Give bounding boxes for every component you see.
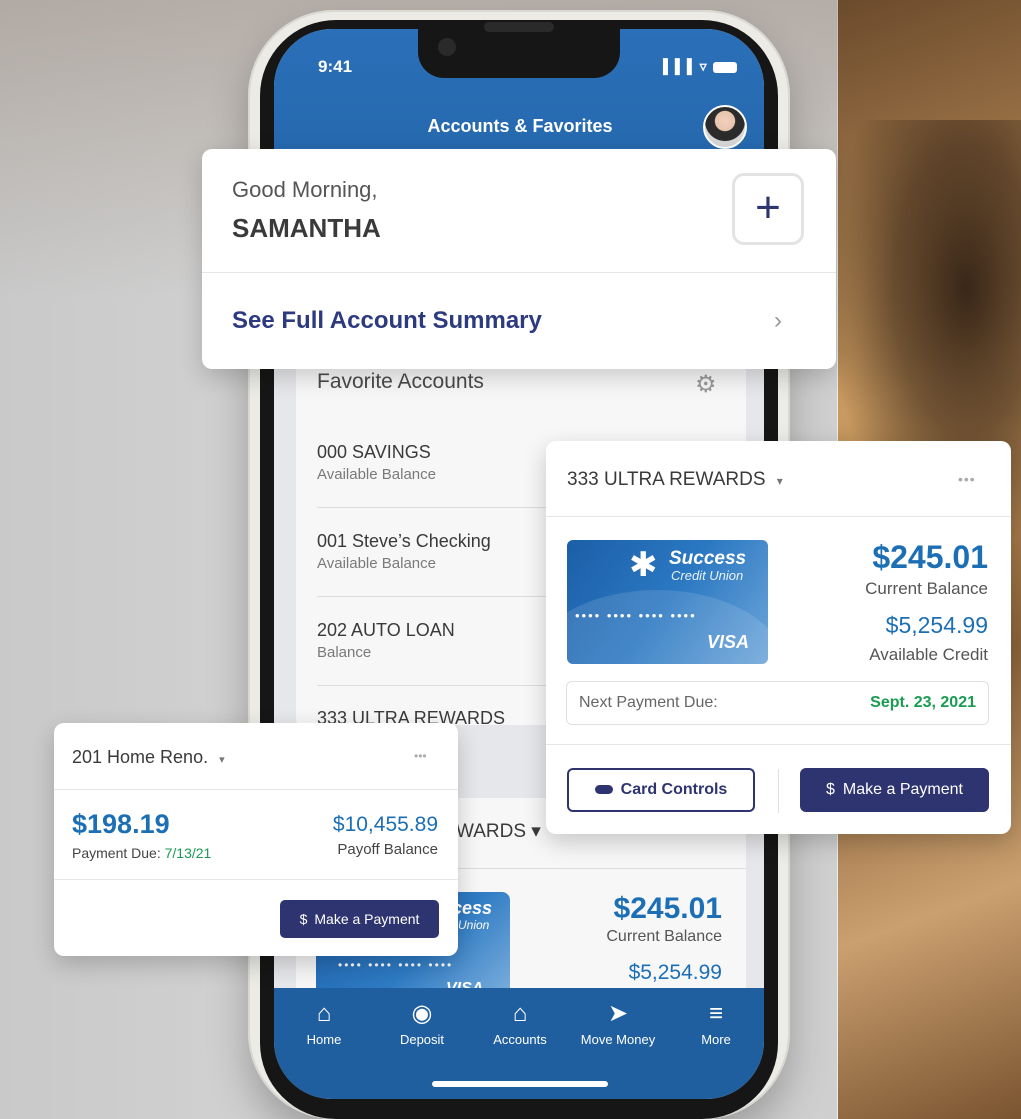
divider	[317, 507, 562, 508]
account-name: 333 ULTRA REWARDS	[567, 469, 766, 490]
card-cu: Union	[458, 918, 490, 932]
card-brand: cess	[452, 898, 493, 918]
battery-icon	[712, 61, 737, 73]
rewards-account-card: 333 ULTRA REWARDS ▾ ••• ✱ Success Credit…	[546, 441, 1011, 834]
user-name: SAMANTHA	[232, 213, 381, 243]
next-payment-date: Sept. 23, 2021	[870, 694, 976, 711]
tab-move-money[interactable]: ➤ Move Money	[578, 1000, 658, 1047]
background-current-balance-label: Current Balance	[606, 928, 722, 945]
divider	[546, 744, 1011, 745]
favorite-item-name: 202 AUTO LOAN	[317, 620, 455, 640]
divider	[546, 516, 1011, 517]
chevron-down-icon: ▾	[776, 474, 783, 488]
divider	[54, 789, 458, 790]
speaker	[484, 22, 554, 32]
account-name: 201 Home Reno.	[72, 747, 209, 767]
payment-due-label: Payment Due:	[72, 845, 165, 861]
divider	[317, 596, 562, 597]
menu-icon: ≡	[708, 1000, 723, 1027]
make-payment-button[interactable]: $ Make a Payment	[800, 768, 989, 812]
payment-due: Payment Due: 7/13/21	[72, 845, 211, 861]
payment-due-date: 7/13/21	[164, 845, 212, 861]
card-controls-label: Card Controls	[620, 781, 728, 798]
tab-label: Deposit	[399, 1032, 445, 1047]
tab-more[interactable]: ≡ More	[676, 1000, 756, 1047]
greeting-card: Good Morning, SAMANTHA + See Full Accoun…	[202, 149, 836, 369]
home-indicator	[432, 1081, 608, 1087]
tab-label: More	[701, 1032, 731, 1047]
camera-icon	[438, 38, 456, 56]
background-card-title: WARDS ▾	[456, 821, 541, 842]
payment-amount: $198.19	[72, 809, 170, 839]
tab-label: Move Money	[580, 1032, 656, 1047]
more-icon[interactable]: •••	[958, 471, 976, 487]
avatar[interactable]	[703, 105, 747, 149]
favorite-item[interactable]: 000 SAVINGS Available Balance	[317, 442, 557, 483]
credit-card-image: ✱ Success Credit Union •••• •••• •••• ••…	[567, 540, 768, 664]
divider	[317, 685, 562, 686]
tab-deposit[interactable]: ◉ Deposit	[382, 1000, 462, 1047]
card-number: •••• •••• •••• ••••	[338, 958, 454, 972]
card-network: VISA	[707, 632, 750, 652]
phone-notch	[418, 22, 620, 78]
favorite-item-sub: Available Balance	[317, 466, 436, 483]
account-selector[interactable]: 333 ULTRA REWARDS ▾	[567, 469, 783, 491]
favorites-title: Favorite Accounts	[317, 370, 484, 393]
gear-icon[interactable]: ⚙	[695, 370, 717, 399]
card-controls-button[interactable]: Card Controls	[567, 768, 755, 812]
bank-icon: ⌂	[512, 1000, 528, 1027]
toggle-icon	[594, 785, 613, 795]
background-current-balance: $245.01	[613, 892, 722, 925]
account-summary-link[interactable]: See Full Account Summary	[232, 307, 542, 335]
chevron-right-icon[interactable]: ›	[774, 307, 782, 335]
current-balance-label: Current Balance	[865, 579, 988, 598]
current-balance: $245.01	[872, 539, 988, 575]
next-payment-label: Next Payment Due:	[579, 694, 718, 711]
next-payment-box: Next Payment Due: Sept. 23, 2021	[566, 681, 989, 725]
favorite-item-sub: Balance	[317, 644, 372, 661]
make-payment-button[interactable]: $ Make a Payment	[280, 900, 439, 938]
account-selector[interactable]: 201 Home Reno. ▾	[72, 747, 225, 768]
send-icon: ➤	[607, 1000, 629, 1027]
camera-icon: ◉	[411, 1000, 433, 1027]
add-button[interactable]: +	[732, 173, 804, 245]
background-available-credit: $5,254.99	[628, 961, 722, 984]
payoff-balance-label: Payoff Balance	[337, 841, 438, 858]
status-icons: ▐▐▐ ▿	[658, 58, 737, 75]
divider	[54, 879, 458, 880]
chevron-down-icon: ▾	[219, 754, 225, 766]
greeting-text: Good Morning,	[232, 177, 378, 202]
available-credit-label: Available Credit	[869, 645, 988, 664]
payoff-balance: $10,455.89	[332, 813, 438, 836]
tab-home[interactable]: ⌂ Home	[284, 1000, 364, 1047]
favorite-item[interactable]: 001 Steve’s Checking Available Balance	[317, 531, 557, 572]
card-number: •••• •••• •••• ••••	[575, 608, 697, 623]
favorite-item-name: 001 Steve’s Checking	[317, 531, 491, 551]
card-brand: Success	[669, 548, 747, 569]
divider	[778, 769, 779, 813]
tab-accounts[interactable]: ⌂ Accounts	[480, 1000, 560, 1047]
favorite-item-name: 000 SAVINGS	[317, 442, 431, 462]
page-title: Accounts & Favorites	[427, 116, 613, 136]
loan-account-card: 201 Home Reno. ▾ ••• $198.19 Payment Due…	[54, 723, 458, 956]
favorite-item[interactable]: 202 AUTO LOAN Balance	[317, 620, 557, 661]
favorite-item-sub: Available Balance	[317, 555, 436, 572]
tab-label: Accounts	[493, 1032, 547, 1047]
status-time: 9:41	[318, 57, 353, 76]
available-credit: $5,254.99	[885, 612, 988, 638]
more-icon[interactable]: •••	[414, 749, 427, 763]
tab-label: Home	[306, 1032, 342, 1047]
divider	[202, 272, 836, 273]
home-icon: ⌂	[316, 1000, 332, 1027]
star-logo-icon: ✱	[629, 546, 658, 584]
signal-wifi-icon: ▐▐▐ ▿	[658, 58, 709, 74]
card-cu: Credit Union	[671, 568, 744, 583]
